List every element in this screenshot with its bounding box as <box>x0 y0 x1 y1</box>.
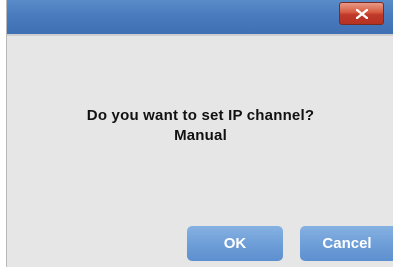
ok-button[interactable]: OK <box>187 226 283 261</box>
close-button[interactable] <box>339 2 384 25</box>
confirm-dialog: Do you want to set IP channel? Manual OK… <box>6 0 393 267</box>
dialog-message: Do you want to set IP channel? Manual <box>7 106 393 146</box>
dialog-titlebar[interactable] <box>7 0 393 34</box>
message-question: Do you want to set IP channel? <box>86 107 315 124</box>
titlebar-divider <box>7 34 393 36</box>
close-x-icon <box>355 8 368 19</box>
cancel-button[interactable]: Cancel <box>300 226 393 261</box>
message-mode: Manual <box>174 127 227 144</box>
